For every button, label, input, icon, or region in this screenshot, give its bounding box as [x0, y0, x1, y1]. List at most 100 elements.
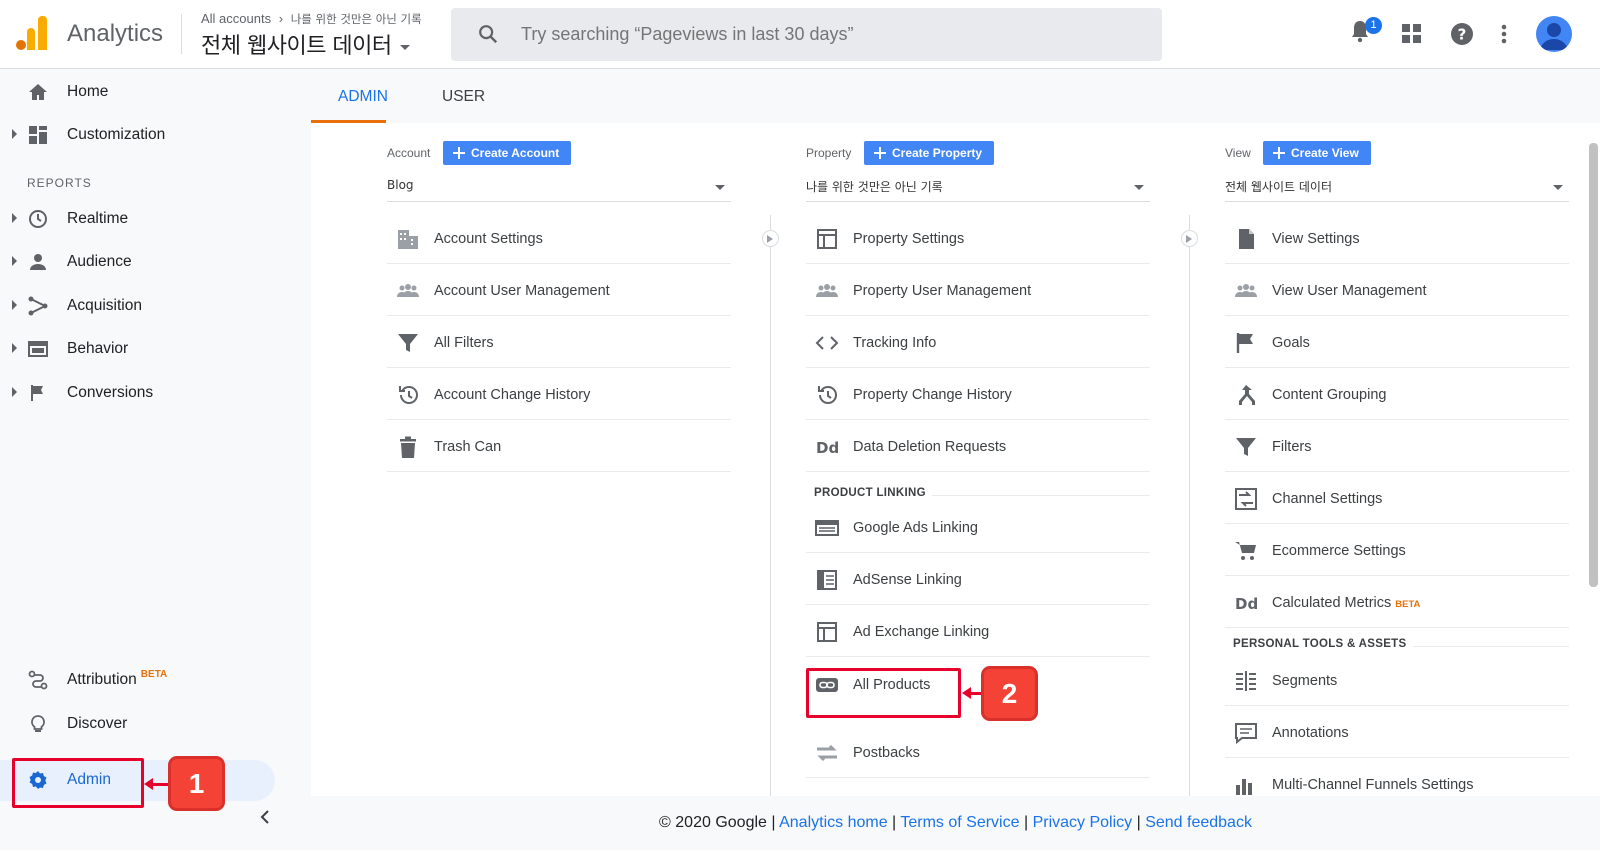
- tab-admin[interactable]: ADMIN: [338, 88, 388, 106]
- copyright-text: © 2020 Google: [659, 814, 767, 831]
- expand-arrow-icon[interactable]: [12, 129, 17, 139]
- expand-arrow-icon[interactable]: [12, 213, 17, 223]
- account-avatar-icon[interactable]: [1536, 16, 1572, 52]
- account-settings-item[interactable]: Account Settings: [387, 212, 731, 264]
- property-settings-item[interactable]: Property Settings: [806, 212, 1150, 264]
- sidebar-item-conversions[interactable]: Conversions: [0, 373, 311, 413]
- reports-heading: REPORTS: [27, 176, 92, 190]
- sidebar-item-home[interactable]: Home: [0, 72, 311, 112]
- create-view-button[interactable]: Create View: [1263, 141, 1371, 165]
- search-input[interactable]: [521, 8, 1141, 61]
- property-change-history-item[interactable]: Property Change History: [806, 368, 1150, 420]
- column-divider: [770, 215, 771, 805]
- view-user-management-item[interactable]: View User Management: [1225, 264, 1569, 316]
- filters-item[interactable]: Filters: [1225, 420, 1569, 472]
- calculated-metrics-label: Calculated Metrics: [1272, 595, 1392, 611]
- create-account-button[interactable]: Create Account: [443, 141, 572, 165]
- admin-highlight-box: [12, 758, 144, 808]
- breadcrumb[interactable]: All accounts › 나를 위한 것만은 아닌 기록: [201, 11, 422, 27]
- ad-exchange-linking-item[interactable]: Ad Exchange Linking: [806, 605, 1150, 657]
- channel-settings-item[interactable]: Channel Settings: [1225, 472, 1569, 524]
- trash-can-item[interactable]: Trash Can: [387, 420, 731, 472]
- annotations-item[interactable]: Annotations: [1225, 706, 1569, 758]
- item-label: Content Grouping: [1272, 387, 1387, 403]
- apps-grid-icon[interactable]: [1402, 24, 1422, 44]
- goals-item[interactable]: Goals: [1225, 316, 1569, 368]
- plus-icon: [874, 147, 886, 159]
- send-feedback-link[interactable]: Send feedback: [1145, 814, 1252, 831]
- property-selector[interactable]: 나를 위한 것만은 아닌 기록: [806, 175, 1150, 202]
- view-selector[interactable]: 전체 웹사이트 데이터: [1225, 175, 1569, 202]
- sidebar-item-label: Home: [67, 83, 109, 100]
- help-icon[interactable]: ?: [1450, 22, 1474, 46]
- data-deletion-requests-item[interactable]: Dd Data Deletion Requests: [806, 420, 1150, 472]
- all-filters-item[interactable]: All Filters: [387, 316, 731, 368]
- vertical-scrollbar[interactable]: [1589, 143, 1598, 587]
- beta-badge: BETA: [140, 669, 168, 680]
- sidebar-item-discover[interactable]: Discover: [0, 704, 311, 744]
- property-view-selector[interactable]: 전체 웹사이트 데이터: [201, 28, 410, 60]
- account-change-history-item[interactable]: Account Change History: [387, 368, 731, 420]
- footer-separator: |: [1023, 814, 1029, 831]
- item-label: Ad Exchange Linking: [853, 624, 990, 640]
- breadcrumb-account[interactable]: 나를 위한 것만은 아닌 기록: [291, 12, 422, 26]
- behavior-icon: [28, 341, 48, 357]
- flag-icon: [1236, 333, 1253, 353]
- sidebar: Home Customization REPORTS Realtime Audi…: [0, 69, 311, 850]
- account-user-management-item[interactable]: Account User Management: [387, 264, 731, 316]
- ecommerce-settings-item[interactable]: Ecommerce Settings: [1225, 524, 1569, 576]
- adsense-icon: [817, 570, 837, 590]
- more-vert-icon[interactable]: [1501, 24, 1507, 44]
- expand-arrow-icon[interactable]: [12, 256, 17, 266]
- analytics-logo-icon[interactable]: [16, 16, 48, 50]
- sidebar-item-label: Acquisition: [67, 297, 142, 314]
- sidebar-item-attribution[interactable]: Attribution BETA: [0, 660, 311, 700]
- breadcrumb-all-accounts[interactable]: All accounts: [201, 11, 271, 26]
- search-bar[interactable]: [451, 8, 1162, 61]
- collapse-sidebar-icon[interactable]: [250, 802, 280, 832]
- property-user-management-item[interactable]: Property User Management: [806, 264, 1150, 316]
- segments-item[interactable]: Segments: [1225, 654, 1569, 706]
- sidebar-item-audience[interactable]: Audience: [0, 242, 311, 282]
- adsense-linking-item[interactable]: AdSense Linking: [806, 553, 1150, 605]
- multi-channel-funnels-item[interactable]: Multi-Channel Funnels Settings: [1225, 758, 1569, 796]
- view-settings-item[interactable]: View Settings: [1225, 212, 1569, 264]
- svg-text:?: ?: [1458, 26, 1467, 44]
- item-label: All Filters: [434, 335, 494, 351]
- calculated-metrics-item[interactable]: Dd Calculated Metrics BETA: [1225, 576, 1569, 628]
- sidebar-item-acquisition[interactable]: Acquisition: [0, 286, 311, 326]
- item-label: Tracking Info: [853, 335, 937, 351]
- tracking-info-item[interactable]: Tracking Info: [806, 316, 1150, 368]
- column-arrow-icon: [1181, 230, 1198, 247]
- dd-icon: Dd: [1235, 595, 1258, 613]
- plus-icon: [453, 147, 465, 159]
- analytics-home-link[interactable]: Analytics home: [779, 814, 888, 831]
- create-account-label: Create Account: [471, 146, 560, 160]
- privacy-policy-link[interactable]: Privacy Policy: [1033, 814, 1133, 831]
- property-view-title: 전체 웹사이트 데이터: [201, 34, 392, 59]
- person-icon: [30, 254, 46, 270]
- sidebar-item-label: Discover: [67, 715, 128, 732]
- postbacks-item[interactable]: Postbacks: [806, 726, 1150, 778]
- sidebar-item-customization[interactable]: Customization: [0, 115, 311, 155]
- footer-separator: |: [771, 814, 776, 831]
- item-label: Property Change History: [853, 387, 1012, 403]
- account-selector[interactable]: Blog: [387, 175, 731, 202]
- expand-arrow-icon[interactable]: [12, 387, 17, 397]
- window-icon: [817, 229, 837, 249]
- content-grouping-item[interactable]: Content Grouping: [1225, 368, 1569, 420]
- create-property-button[interactable]: Create Property: [864, 141, 995, 165]
- terms-of-service-link[interactable]: Terms of Service: [900, 814, 1019, 831]
- footer-separator: |: [1136, 814, 1141, 831]
- search-icon: [479, 25, 498, 44]
- clock-icon: [29, 210, 47, 228]
- section-label: PERSONAL TOOLS & ASSETS: [1233, 638, 1407, 650]
- expand-arrow-icon[interactable]: [12, 300, 17, 310]
- postbacks-icon: [817, 744, 837, 762]
- google-ads-linking-item[interactable]: Google Ads Linking: [806, 501, 1150, 553]
- sidebar-item-realtime[interactable]: Realtime: [0, 199, 311, 239]
- attribution-label: Attribution: [67, 671, 137, 688]
- sidebar-item-behavior[interactable]: Behavior: [0, 329, 311, 369]
- tab-user[interactable]: USER: [442, 88, 485, 106]
- expand-arrow-icon[interactable]: [12, 343, 17, 353]
